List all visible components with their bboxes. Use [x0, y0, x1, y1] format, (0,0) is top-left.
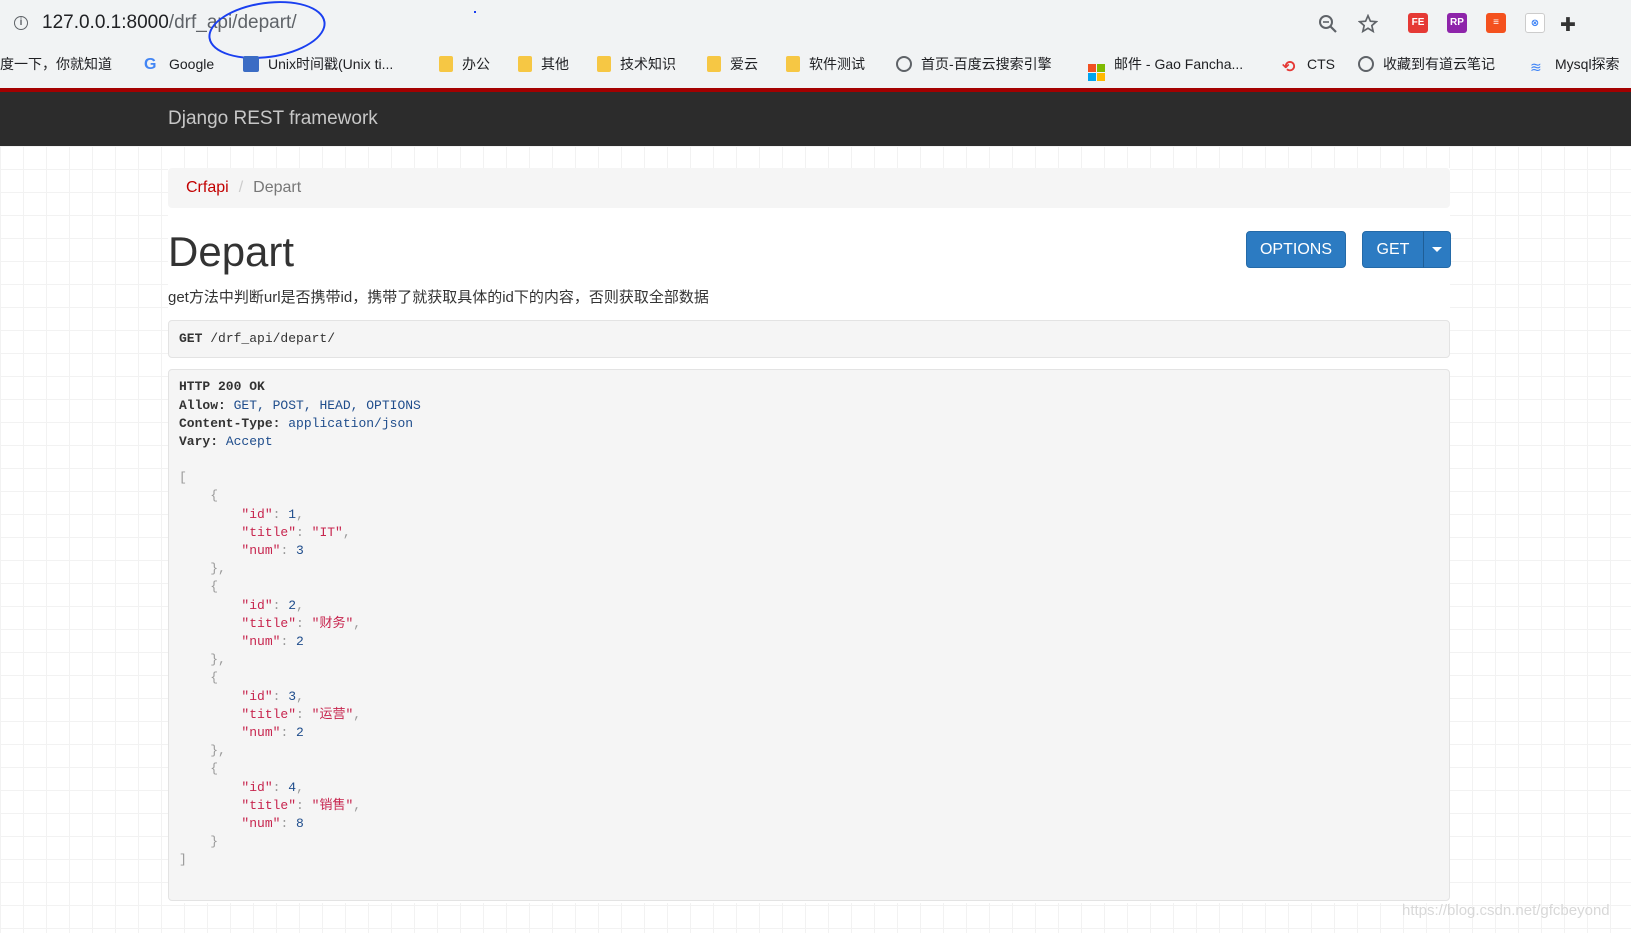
puzzle-extension-icon[interactable]: ✚: [1560, 14, 1576, 37]
bookmark-mysql[interactable]: ≋ Mysql探索: [1530, 54, 1620, 75]
folder-icon: [707, 56, 721, 72]
bookmark-label: 软件测试: [809, 56, 865, 72]
bookmark-folder-aiyun[interactable]: 爱云: [707, 54, 758, 74]
json-row: "id": 2,: [241, 598, 304, 613]
json-object-open: {: [179, 761, 219, 776]
json-object-open: {: [179, 488, 219, 503]
bookmark-baiduyun[interactable]: 首页-百度云搜索引擎: [896, 54, 1052, 74]
mysql-icon: ≋: [1530, 59, 1542, 75]
folder-icon: [786, 56, 800, 72]
json-object-open: {: [179, 579, 219, 594]
json-row: "title": "销售",: [241, 798, 362, 813]
json-bracket-open: [: [179, 470, 187, 485]
bookmark-google[interactable]: G Google: [144, 54, 214, 74]
browser-chrome: i 127.0.0.1:8000/drf_api/depart/ FE RP ≡…: [0, 0, 1631, 88]
json-object-close: },: [179, 652, 226, 667]
bookmark-unix[interactable]: Unix时间戳(Unix ti...: [243, 54, 393, 74]
fe-extension-icon[interactable]: FE: [1408, 13, 1428, 33]
extension-icon[interactable]: ⊗: [1525, 13, 1545, 33]
json-row: "num": 2: [241, 634, 304, 649]
caret-down-icon: [1432, 247, 1442, 252]
json-bracket-close: ]: [179, 852, 187, 867]
json-row: "num": 2: [241, 725, 304, 740]
json-object-close: },: [179, 561, 226, 576]
watermark: https://blog.csdn.net/gfcbeyond: [1402, 902, 1610, 919]
bookmark-label: 邮件 - Gao Fancha...: [1114, 56, 1244, 72]
json-row: "num": 8: [241, 816, 304, 831]
page-description: get方法中判断url是否携带id，携带了就获取具体的id下的内容，否则获取全部…: [168, 289, 709, 306]
navbar: Django REST framework: [0, 88, 1631, 146]
request-path: /drf_api/depart/: [210, 331, 336, 346]
get-format-dropdown-button[interactable]: [1423, 231, 1451, 268]
bookmark-label: 其他: [541, 56, 569, 72]
get-button[interactable]: GET: [1362, 231, 1424, 268]
zoom-icon[interactable]: [1318, 14, 1338, 40]
breadcrumb: Crfapi / Depart: [168, 168, 1450, 208]
bookmark-label: 爱云: [730, 56, 758, 72]
globe-icon: [896, 56, 912, 72]
breadcrumb-separator: /: [238, 179, 244, 196]
request-info: GET /drf_api/depart/: [168, 320, 1450, 358]
bookmark-label: CTS: [1307, 56, 1335, 72]
json-row: "id": 3,: [241, 689, 304, 704]
bookmark-label: 技术知识: [620, 56, 676, 72]
json-row: "title": "运营",: [241, 707, 362, 722]
request-method: GET: [179, 331, 203, 346]
bookmark-label: Google: [169, 56, 215, 72]
bookmark-folder-office[interactable]: 办公: [439, 54, 490, 74]
response-header-row: Content-Type: application/json: [179, 416, 414, 431]
google-icon: G: [144, 56, 157, 73]
json-row: "id": 1,: [241, 507, 304, 522]
notes-extension-icon[interactable]: ≡: [1486, 13, 1506, 33]
unix-icon: [243, 56, 259, 72]
breadcrumb-current: Depart: [253, 179, 302, 196]
json-row: "id": 4,: [241, 780, 304, 795]
response-header-row: Allow: GET, POST, HEAD, OPTIONS: [179, 398, 421, 413]
breadcrumb-root-link[interactable]: Crfapi: [186, 179, 229, 196]
bookmark-folder-testing[interactable]: 软件测试: [786, 54, 865, 74]
bookmark-youdao[interactable]: 收藏到有道云笔记: [1358, 54, 1495, 74]
json-row: "num": 3: [241, 543, 304, 558]
bookmark-mail[interactable]: 邮件 - Gao Fancha...: [1088, 54, 1244, 81]
json-row: "title": "财务",: [241, 616, 362, 631]
url-host: 127.0.0.1:8000: [42, 12, 169, 33]
folder-icon: [518, 56, 532, 72]
options-button[interactable]: OPTIONS: [1246, 231, 1346, 268]
bookmark-folder-tech[interactable]: 技术知识: [597, 54, 676, 74]
bookmark-label: 首页-百度云搜索引擎: [921, 56, 1052, 72]
bookmark-baidu[interactable]: 度一下，你就知道: [0, 54, 112, 74]
json-object-open: {: [179, 670, 219, 685]
bookmark-star-icon[interactable]: [1357, 13, 1379, 40]
json-object-close: }: [179, 834, 219, 849]
annotation-dot: [474, 11, 476, 13]
bookmark-label: 度一下，你就知道: [0, 56, 112, 72]
bookmark-label: Unix时间戳(Unix ti...: [268, 56, 394, 72]
microsoft-icon: [1088, 64, 1105, 81]
page-title: Depart: [168, 228, 295, 275]
bookmark-label: Mysql探索: [1555, 56, 1620, 72]
bookmark-cts[interactable]: ⟲ CTS: [1282, 54, 1335, 76]
bookmark-label: 办公: [462, 56, 490, 72]
bookmarks-bar: 度一下，你就知道 G Google Unix时间戳(Unix ti... 办公 其…: [0, 48, 1631, 81]
response-status: HTTP 200 OK: [179, 379, 265, 394]
response-info: HTTP 200 OK Allow: GET, POST, HEAD, OPTI…: [168, 369, 1450, 901]
brand-link[interactable]: Django REST framework: [168, 108, 378, 130]
rp-extension-icon[interactable]: RP: [1447, 13, 1467, 33]
bookmark-label: 收藏到有道云笔记: [1383, 56, 1495, 72]
info-icon[interactable]: i: [14, 16, 28, 30]
json-object-close: },: [179, 743, 226, 758]
folder-icon: [439, 56, 453, 72]
json-row: "title": "IT",: [241, 525, 351, 540]
folder-icon: [597, 56, 611, 72]
globe-icon: [1358, 56, 1374, 72]
bookmark-folder-other[interactable]: 其他: [518, 54, 569, 74]
cts-icon: ⟲: [1282, 59, 1296, 76]
response-header-row: Vary: Accept: [179, 434, 273, 449]
